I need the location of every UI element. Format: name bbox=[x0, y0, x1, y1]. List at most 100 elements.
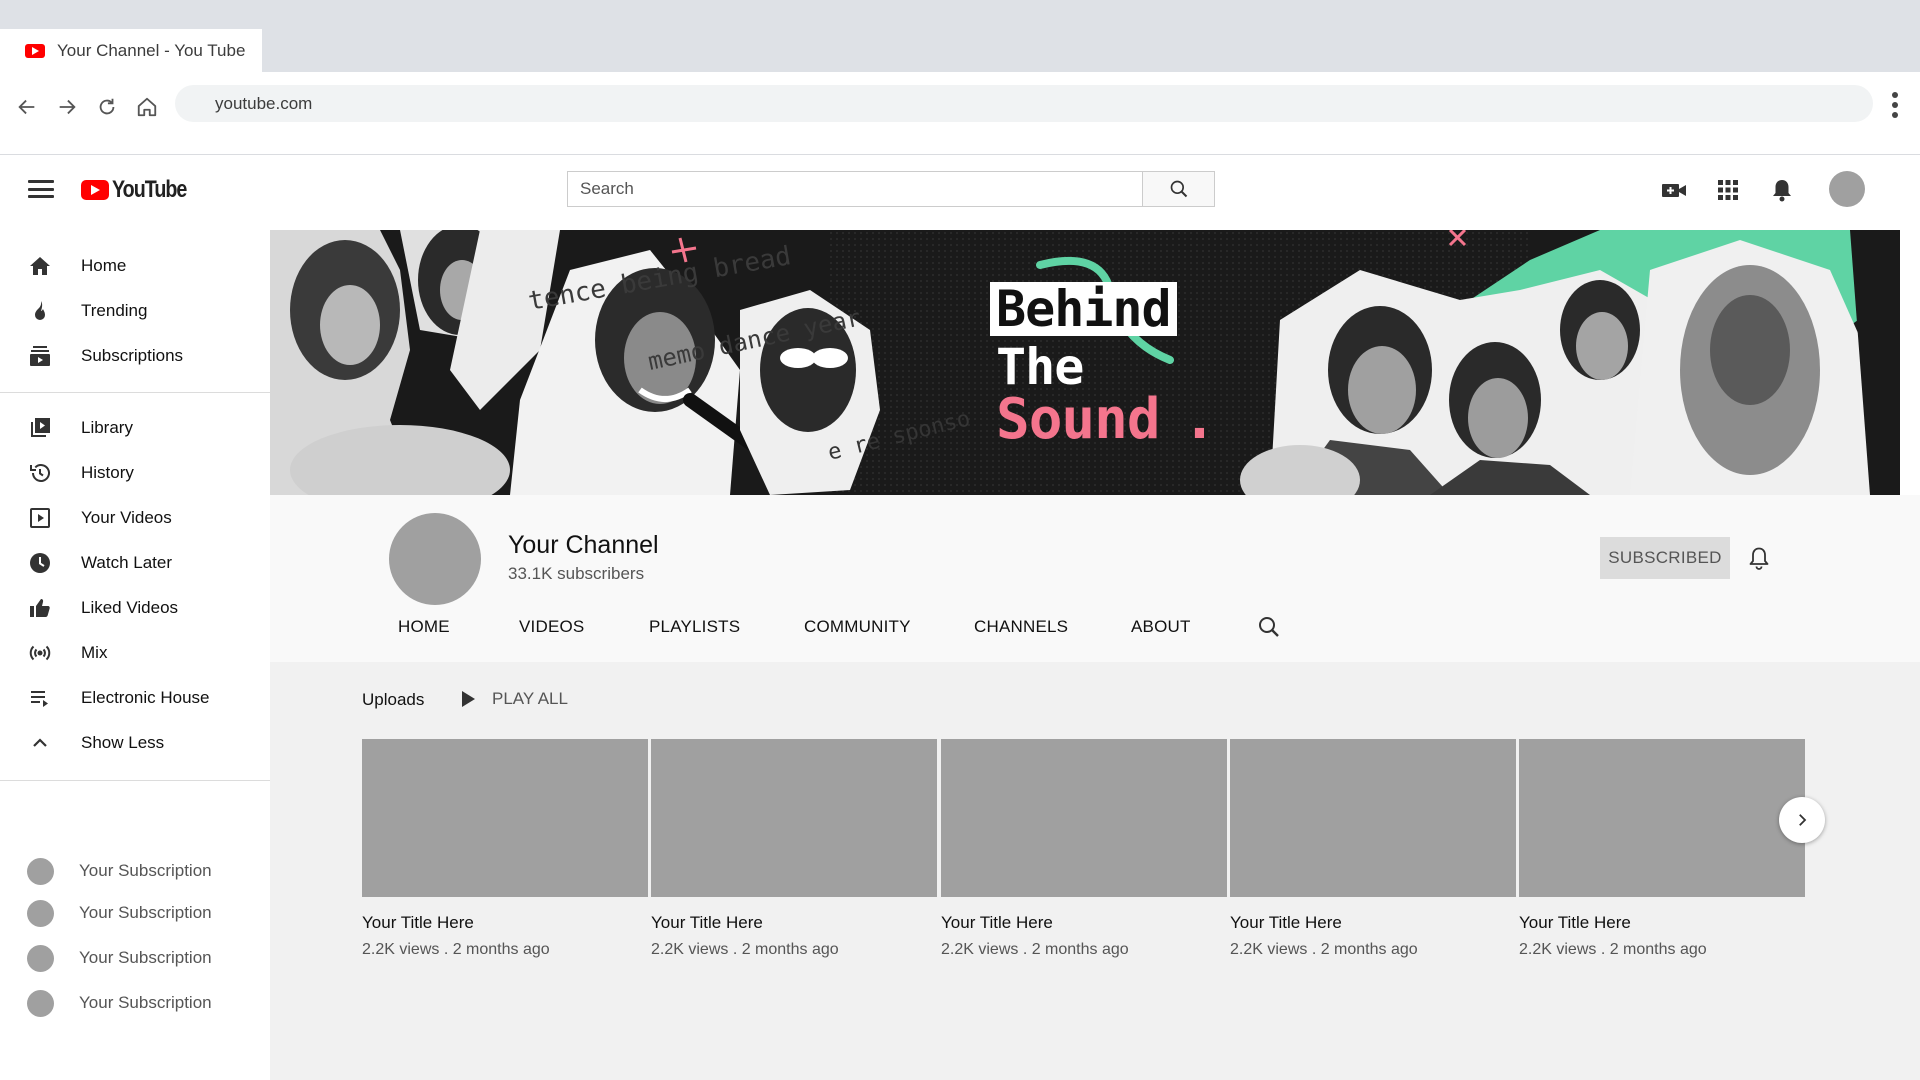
video-thumbnail[interactable] bbox=[1230, 739, 1516, 897]
tab-title: Your Channel - You Tube bbox=[57, 40, 246, 60]
sidebar-item-label: Mix bbox=[81, 643, 108, 662]
subscription-avatar bbox=[27, 857, 54, 885]
home-icon bbox=[26, 252, 54, 280]
thumbs-up-icon bbox=[26, 594, 54, 622]
sidebar-item-label: Show Less bbox=[81, 733, 165, 752]
sidebar-item-library[interactable]: Library bbox=[0, 408, 270, 448]
video-title[interactable]: Your Title Here bbox=[1519, 913, 1805, 933]
video-thumbnail[interactable] bbox=[651, 739, 937, 897]
youtube-play-logo-icon bbox=[81, 180, 109, 200]
banner-title-line-2: The bbox=[996, 338, 1084, 396]
sidebar-item-label: Home bbox=[81, 256, 127, 275]
subscription-label: Your Subscription bbox=[79, 948, 212, 967]
sidebar-item-liked-videos[interactable]: Liked Videos bbox=[0, 588, 270, 628]
notification-bell-icon[interactable] bbox=[1744, 543, 1774, 573]
sidebar-item-home[interactable]: Home bbox=[0, 246, 270, 286]
forward-arrow-icon[interactable] bbox=[50, 90, 84, 124]
video-title[interactable]: Your Title Here bbox=[362, 913, 648, 933]
tab-channels[interactable]: CHANNELS bbox=[974, 617, 1068, 637]
home-page-icon[interactable] bbox=[130, 90, 164, 124]
channel-name: Your Channel bbox=[508, 531, 659, 559]
chevron-right-icon bbox=[1799, 814, 1807, 826]
url-text: youtube.com bbox=[215, 93, 313, 113]
sidebar-item-label: Your Videos bbox=[81, 508, 172, 527]
video-title[interactable]: Your Title Here bbox=[941, 913, 1227, 933]
video-meta: 2.2K views . 2 months ago bbox=[362, 941, 550, 958]
uploads-heading: Uploads bbox=[362, 690, 425, 709]
sidebar-subscription-item[interactable]: Your Subscription bbox=[0, 893, 270, 933]
sidebar-subscription-item[interactable]: Your Subscription bbox=[0, 938, 270, 978]
channel-subscriber-count: 33.1K subscribers bbox=[508, 564, 645, 583]
subscription-label: Your Subscription bbox=[79, 993, 212, 1012]
video-card[interactable]: Your Title Here 2.2K views . 2 months ag… bbox=[651, 739, 937, 959]
sidebar-item-trending[interactable]: Trending bbox=[0, 291, 270, 331]
video-meta: 2.2K views . 2 months ago bbox=[1230, 941, 1418, 958]
video-card[interactable]: Your Title Here 2.2K views . 2 months ag… bbox=[1519, 739, 1805, 959]
hamburger-menu-icon[interactable] bbox=[28, 178, 54, 200]
sidebar-subscription-item[interactable]: Your Subscription bbox=[0, 851, 270, 891]
sidebar-item-label: Watch Later bbox=[81, 553, 173, 572]
sidebar-item-history[interactable]: History bbox=[0, 453, 270, 493]
tab-community[interactable]: COMMUNITY bbox=[804, 617, 911, 637]
sidebar-item-label: Electronic House bbox=[81, 688, 210, 707]
search-button[interactable] bbox=[1142, 172, 1214, 206]
sidebar-item-label: Trending bbox=[81, 301, 148, 320]
library-icon bbox=[26, 414, 54, 442]
search-input[interactable] bbox=[568, 172, 1142, 206]
tab-about[interactable]: ABOUT bbox=[1131, 617, 1191, 637]
video-title[interactable]: Your Title Here bbox=[651, 913, 937, 933]
sidebar-item-label: Liked Videos bbox=[81, 598, 179, 617]
video-thumbnail[interactable] bbox=[941, 739, 1227, 897]
video-title[interactable]: Your Title Here bbox=[1230, 913, 1516, 933]
sidebar-item-watch-later[interactable]: Watch Later bbox=[0, 543, 270, 583]
subscribed-button[interactable]: SUBSCRIBED bbox=[1600, 537, 1730, 579]
browser-menu-icon[interactable] bbox=[1880, 88, 1910, 122]
sidebar-item-electronic-house[interactable]: Electronic House bbox=[0, 678, 270, 718]
sidebar-item-label: Subscriptions bbox=[81, 346, 184, 365]
video-card[interactable]: Your Title Here 2.2K views . 2 months ag… bbox=[1230, 739, 1516, 959]
sidebar-item-label: Library bbox=[81, 418, 133, 437]
banner-title-line-1: Behind bbox=[990, 282, 1177, 336]
apps-grid-icon[interactable] bbox=[1713, 175, 1743, 205]
browser-tab-bar: Your Channel - You Tube bbox=[0, 0, 1920, 72]
sidebar-item-your-videos[interactable]: Your Videos bbox=[0, 498, 270, 538]
sidebar-divider bbox=[0, 392, 270, 393]
search-icon bbox=[1170, 180, 1187, 198]
tab-playlists[interactable]: PLAYLISTS bbox=[649, 617, 740, 637]
create-video-icon[interactable] bbox=[1659, 175, 1689, 205]
sidebar: Home Trending Subscriptions Library Hist… bbox=[0, 230, 270, 1080]
address-bar[interactable]: youtube.com bbox=[175, 85, 1873, 122]
tab-home[interactable]: HOME bbox=[398, 617, 450, 637]
video-card[interactable]: Your Title Here 2.2K views . 2 months ag… bbox=[362, 739, 648, 959]
play-all-label: PLAY ALL bbox=[492, 689, 568, 708]
reload-icon[interactable] bbox=[90, 90, 124, 124]
sidebar-subscription-item[interactable]: Your Subscription bbox=[0, 983, 270, 1023]
subscription-label: Your Subscription bbox=[79, 861, 212, 880]
video-card[interactable]: Your Title Here 2.2K views . 2 months ag… bbox=[941, 739, 1227, 959]
notifications-bell-icon[interactable] bbox=[1767, 175, 1797, 205]
sidebar-item-subscriptions[interactable]: Subscriptions bbox=[0, 336, 270, 376]
video-meta: 2.2K views . 2 months ago bbox=[1519, 941, 1707, 958]
video-meta: 2.2K views . 2 months ago bbox=[651, 941, 839, 958]
channel-content: Uploads PLAY ALL Your Title Here 2.2K vi… bbox=[270, 662, 1920, 1080]
browser-toolbar: youtube.com bbox=[0, 72, 1920, 155]
channel-header: Your Channel 33.1K subscribers SUBSCRIBE… bbox=[270, 495, 1920, 662]
subscription-avatar bbox=[27, 944, 54, 972]
channel-search-icon[interactable] bbox=[1255, 613, 1283, 641]
banner-title-line-3: Sound . bbox=[996, 387, 1216, 452]
browser-tab[interactable]: Your Channel - You Tube bbox=[0, 29, 262, 72]
video-meta: 2.2K views . 2 months ago bbox=[941, 941, 1129, 958]
account-avatar[interactable] bbox=[1829, 171, 1865, 207]
video-thumbnail[interactable] bbox=[1519, 739, 1805, 897]
sidebar-item-mix[interactable]: Mix bbox=[0, 633, 270, 673]
sidebar-item-show-less[interactable]: Show Less bbox=[0, 723, 270, 763]
play-all-button[interactable]: PLAY ALL bbox=[462, 689, 568, 709]
youtube-header: YouTube bbox=[0, 156, 1920, 230]
tab-videos[interactable]: VIDEOS bbox=[519, 617, 584, 637]
carousel-next-button[interactable] bbox=[1779, 797, 1825, 843]
youtube-logo-text: YouTube bbox=[112, 176, 187, 203]
video-thumbnail[interactable] bbox=[362, 739, 648, 897]
youtube-logo[interactable]: YouTube bbox=[81, 176, 203, 204]
subscription-label: Your Subscription bbox=[79, 903, 212, 922]
back-arrow-icon[interactable] bbox=[10, 90, 44, 124]
